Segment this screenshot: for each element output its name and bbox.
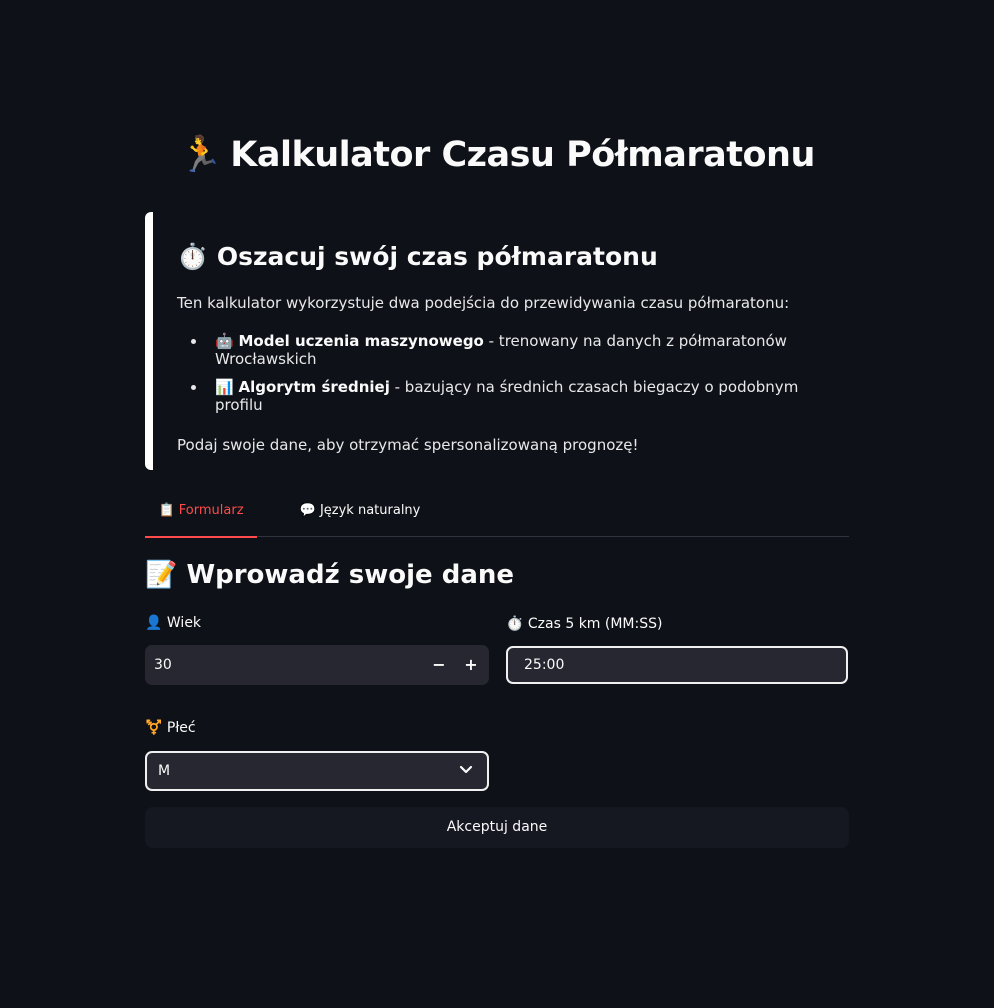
stopwatch-icon: ⏱️ (177, 242, 209, 271)
page-title: 🏃 Kalkulator Czasu Półmaratonu (0, 134, 994, 175)
memo-icon: 📝 (145, 560, 178, 590)
age-label-text: Wiek (166, 615, 202, 631)
time5k-label: ⏱️ Czas 5 km (MM:SS) (506, 616, 662, 632)
time5k-label-text: Czas 5 km (MM:SS) (527, 616, 663, 632)
time5k-input[interactable]: 25:00 (506, 646, 848, 684)
info-callout: ⏱️ Oszacuj swój czas półmaratonu Ten kal… (145, 212, 849, 470)
clipboard-icon: 📋 (158, 503, 175, 518)
age-label: 👤 Wiek (145, 615, 201, 631)
stopwatch-icon: ⏱️ (506, 616, 524, 632)
user-icon: 👤 (145, 615, 163, 631)
robot-icon: 🤖 (215, 332, 234, 350)
runner-icon: 🏃 (179, 135, 223, 175)
chevron-down-icon[interactable] (459, 765, 473, 775)
gender-label-text: Płeć (166, 720, 196, 736)
age-number-input[interactable]: 30 − + (145, 645, 489, 685)
form-title-text: Wprowadź swoje dane (186, 560, 515, 590)
form-title: 📝 Wprowadź swoje dane (145, 560, 514, 590)
age-value[interactable]: 30 (154, 645, 172, 685)
decrement-button[interactable]: − (423, 645, 455, 685)
info-heading: ⏱️ Oszacuj swój czas półmaratonu (177, 242, 825, 272)
gender-select[interactable]: M (145, 751, 489, 791)
info-list: 🤖 Model uczenia maszynowego - trenowany … (177, 332, 825, 414)
tab-formularz[interactable]: 📋 Formularz (145, 492, 257, 538)
increment-button[interactable]: + (455, 645, 487, 685)
list-item: 🤖 Model uczenia maszynowego - trenowany … (207, 332, 825, 368)
gender-selected-value: M (158, 763, 171, 779)
gender-label: ⚧️ Płeć (145, 720, 196, 736)
app-page: 🏃 Kalkulator Czasu Półmaratonu ⏱️ Oszacuj… (0, 0, 994, 1008)
list-item-bold: Model uczenia maszynowego (238, 332, 484, 350)
bar-chart-icon: 📊 (215, 378, 234, 396)
list-item: 📊 Algorytm średniej - bazujący na średni… (207, 378, 825, 414)
accept-data-button[interactable]: Akceptuj dane (145, 807, 849, 848)
transgender-symbol-icon: ⚧️ (145, 720, 163, 736)
speech-bubble-icon: 💬 (299, 503, 316, 518)
tab-jezyk-naturalny[interactable]: 💬 Język naturalny (295, 492, 425, 537)
page-title-text: Kalkulator Czasu Półmaratonu (230, 135, 815, 175)
time5k-value[interactable]: 25:00 (524, 648, 564, 682)
tab-label: Formularz (178, 503, 244, 518)
tab-label: Język naturalny (319, 503, 421, 518)
info-intro: Ten kalkulator wykorzystuje dwa podejści… (177, 294, 790, 312)
list-item-bold: Algorytm średniej (238, 378, 390, 396)
tab-bar: 📋 Formularz 💬 Język naturalny (145, 492, 849, 538)
info-heading-text: Oszacuj swój czas półmaratonu (216, 242, 658, 271)
info-outro: Podaj swoje dane, aby otrzymać spersonal… (177, 436, 639, 454)
